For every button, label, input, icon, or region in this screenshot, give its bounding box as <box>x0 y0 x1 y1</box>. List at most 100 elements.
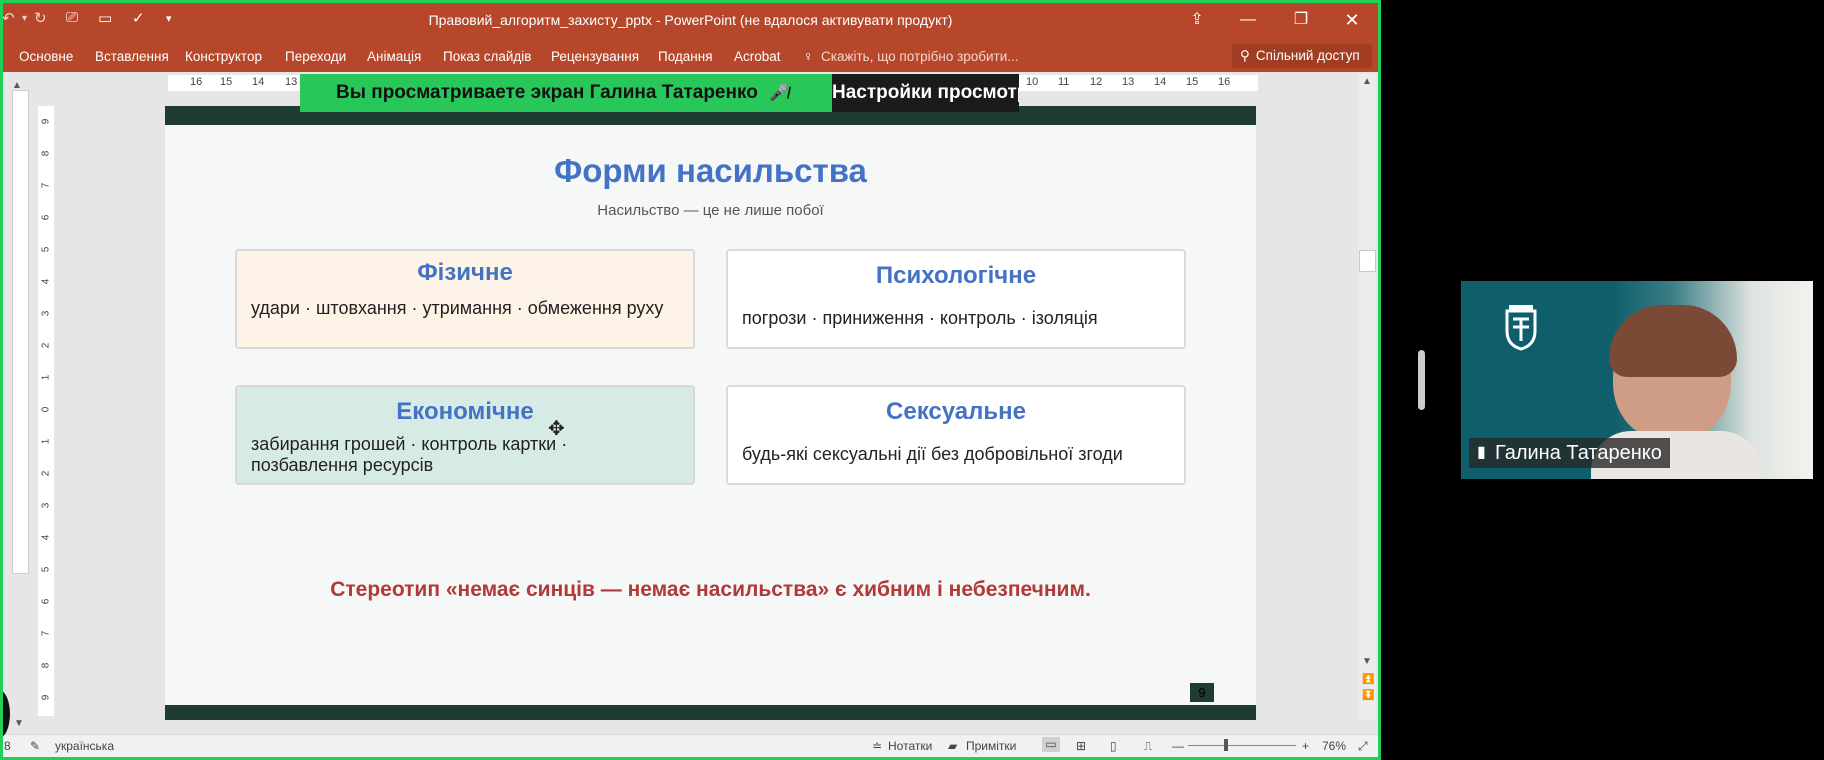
ruler-number: 7 <box>40 182 52 189</box>
slide-sorter-icon[interactable]: ⊞ <box>1076 739 1086 753</box>
slide-scrollbar[interactable]: ▲ ▼ ⏫ ⏬ <box>1358 74 1376 720</box>
scroll-down-icon[interactable]: ▼ <box>1362 656 1372 667</box>
card-psychological[interactable]: Психологічне погрози · приниження · конт… <box>726 249 1186 349</box>
ruler-number: 6 <box>40 598 52 605</box>
powerpoint-window: ↶ ▾ ↻ ⎚ ▭ ✓ ▾ Правовий_алгоритм_захисту_… <box>0 0 1381 760</box>
comments-icon[interactable]: ▰ <box>948 739 957 753</box>
tab-home[interactable]: Основне <box>19 49 73 64</box>
ruler-number: 15 <box>1186 76 1199 88</box>
ruler-number: 14 <box>1154 76 1167 88</box>
window-title: Правовий_алгоритм_захисту_pptx - PowerPo… <box>428 12 953 28</box>
tab-transitions[interactable]: Переходи <box>285 49 346 64</box>
share-label: Спільний доступ <box>1255 48 1360 63</box>
minimize-icon[interactable]: — <box>1232 8 1264 32</box>
thumbnail-scrollbar[interactable] <box>12 90 29 574</box>
slide-indicator: 8 <box>4 739 11 753</box>
tab-insert[interactable]: Вставлення <box>95 49 169 64</box>
view-settings-button[interactable]: Настройки просмотра <box>832 74 1019 112</box>
slide-title[interactable]: Форми насильства <box>165 152 1256 190</box>
status-bar: 8 ✎ українська ≐ Нотатки ▰ Примітки ▭ ⊞ … <box>0 734 1381 757</box>
card-heading: Психологічне <box>875 262 1037 289</box>
ruler-number: 9 <box>40 694 52 701</box>
ruler-number: 16 <box>1218 76 1231 88</box>
ruler-number: 3 <box>40 502 52 509</box>
signal-strength-icon: ▮ <box>1477 444 1486 461</box>
ruler-number: 5 <box>40 566 52 573</box>
fit-to-window-icon[interactable]: ⤢ <box>1358 739 1368 754</box>
ruler-number: 4 <box>40 534 52 541</box>
restore-icon[interactable]: ❐ <box>1285 8 1317 32</box>
screen-share-banner: Вы просматриваете экран Галина Татаренко… <box>300 74 832 112</box>
view-settings-label: Настройки просмотра <box>832 82 1019 103</box>
ruler-number: 1 <box>40 374 52 381</box>
slide-bottom-band <box>165 705 1256 720</box>
ruler-number: 16 <box>190 76 203 88</box>
share-button[interactable]: ⚲ Спільний доступ <box>1232 44 1372 68</box>
ruler-number: 12 <box>1090 76 1103 88</box>
card-heading: Сексуальне <box>886 398 1026 425</box>
slide-warning[interactable]: Стереотип «немає синців — немає насильст… <box>165 578 1256 602</box>
ruler-number: 2 <box>40 342 52 349</box>
slide-page-number: 9 <box>1190 683 1214 702</box>
ruler-number: 1 <box>40 438 52 445</box>
previous-slide-icon[interactable]: ⏫ <box>1362 674 1374 685</box>
zoom-slider-thumb[interactable] <box>1224 739 1228 751</box>
ruler-number: 15 <box>220 76 233 88</box>
participant-name: Галина Татаренко <box>1495 442 1662 464</box>
zoom-in-icon[interactable]: + <box>1302 739 1309 753</box>
card-physical[interactable]: Фізичне удари · штовхання · утримання · … <box>235 249 695 349</box>
ruler-number: 13 <box>1122 76 1135 88</box>
ruler-number: 2 <box>40 470 52 477</box>
language-indicator[interactable]: українська <box>55 739 114 753</box>
ruler-number: 13 <box>285 76 298 88</box>
tab-animations[interactable]: Анімація <box>367 49 421 64</box>
card-text: погрози · приниження · контроль · ізоляц… <box>742 308 1098 328</box>
ruler-number: 4 <box>40 278 52 285</box>
person-icon: ⚲ <box>1240 48 1250 63</box>
ruler-number: 14 <box>252 76 265 88</box>
ruler-number: 0 <box>40 406 52 413</box>
ribbon-display-icon[interactable]: ⇪ <box>1181 8 1213 32</box>
tell-me-search[interactable]: Скажіть, що потрібно зробити... <box>821 49 1019 64</box>
tab-slideshow[interactable]: Показ слайдів <box>443 49 531 64</box>
tab-acrobat[interactable]: Acrobat <box>734 49 781 64</box>
tab-design[interactable]: Конструктор <box>185 49 262 64</box>
slide-subtitle[interactable]: Насильство — це не лише побої <box>165 202 1256 219</box>
card-heading: Фізичне <box>417 259 513 286</box>
ruler-number: 3 <box>40 310 52 317</box>
reading-view-icon[interactable]: ▯ <box>1110 739 1117 753</box>
title-bar: ↶ ▾ ↻ ⎚ ▭ ✓ ▾ Правовий_алгоритм_захисту_… <box>0 0 1381 41</box>
scroll-up-icon[interactable]: ▲ <box>1362 76 1372 87</box>
card-heading: Економічне <box>396 398 534 425</box>
scroll-down-icon[interactable]: ▼ <box>14 718 24 729</box>
ruler-number: 8 <box>40 662 52 669</box>
comments-button[interactable]: Примітки <box>966 739 1016 753</box>
card-text: забирання грошей · контроль картки · поз… <box>251 434 568 475</box>
tab-view[interactable]: Подання <box>658 49 713 64</box>
muted-mic-icon: 🎤̸ <box>769 85 790 102</box>
card-sexual[interactable]: Сексуальне будь-які сексуальні дії без д… <box>726 385 1186 485</box>
ruler-number: 11 <box>1058 76 1070 88</box>
university-logo <box>1503 305 1539 351</box>
lightbulb-icon: ♀ <box>803 48 814 64</box>
notes-icon[interactable]: ≐ <box>872 739 882 753</box>
next-slide-icon[interactable]: ⏬ <box>1362 690 1374 701</box>
card-economic[interactable]: Економічне забирання грошей · контроль к… <box>235 385 695 485</box>
zoom-out-icon[interactable]: — <box>1172 739 1184 753</box>
normal-view-icon[interactable]: ▭ <box>1042 737 1060 752</box>
move-cursor-icon: ✥ <box>548 418 565 440</box>
close-icon[interactable]: ✕ <box>1336 8 1368 32</box>
proofing-icon[interactable]: ✎ <box>30 739 40 753</box>
scroll-thumb[interactable] <box>1359 250 1376 272</box>
tab-review[interactable]: Рецензування <box>551 49 639 64</box>
notes-button[interactable]: Нотатки <box>888 739 932 753</box>
vertical-ruler: 9 8 7 6 5 4 3 2 1 0 1 2 3 4 5 6 7 8 9 <box>38 106 54 716</box>
ruler-number: 9 <box>40 118 52 125</box>
ruler-number: 10 <box>1026 76 1039 88</box>
slideshow-view-icon[interactable]: ⎍ <box>1144 739 1152 754</box>
zoom-slider[interactable] <box>1188 745 1296 746</box>
ribbon-tabs: Основне Вставлення Конструктор Переходи … <box>0 41 1381 72</box>
card-text: удари · штовхання · утримання · обмеженн… <box>251 298 664 318</box>
zoom-level[interactable]: 76% <box>1322 739 1346 753</box>
meeting-scroll-handle[interactable] <box>1418 350 1425 410</box>
